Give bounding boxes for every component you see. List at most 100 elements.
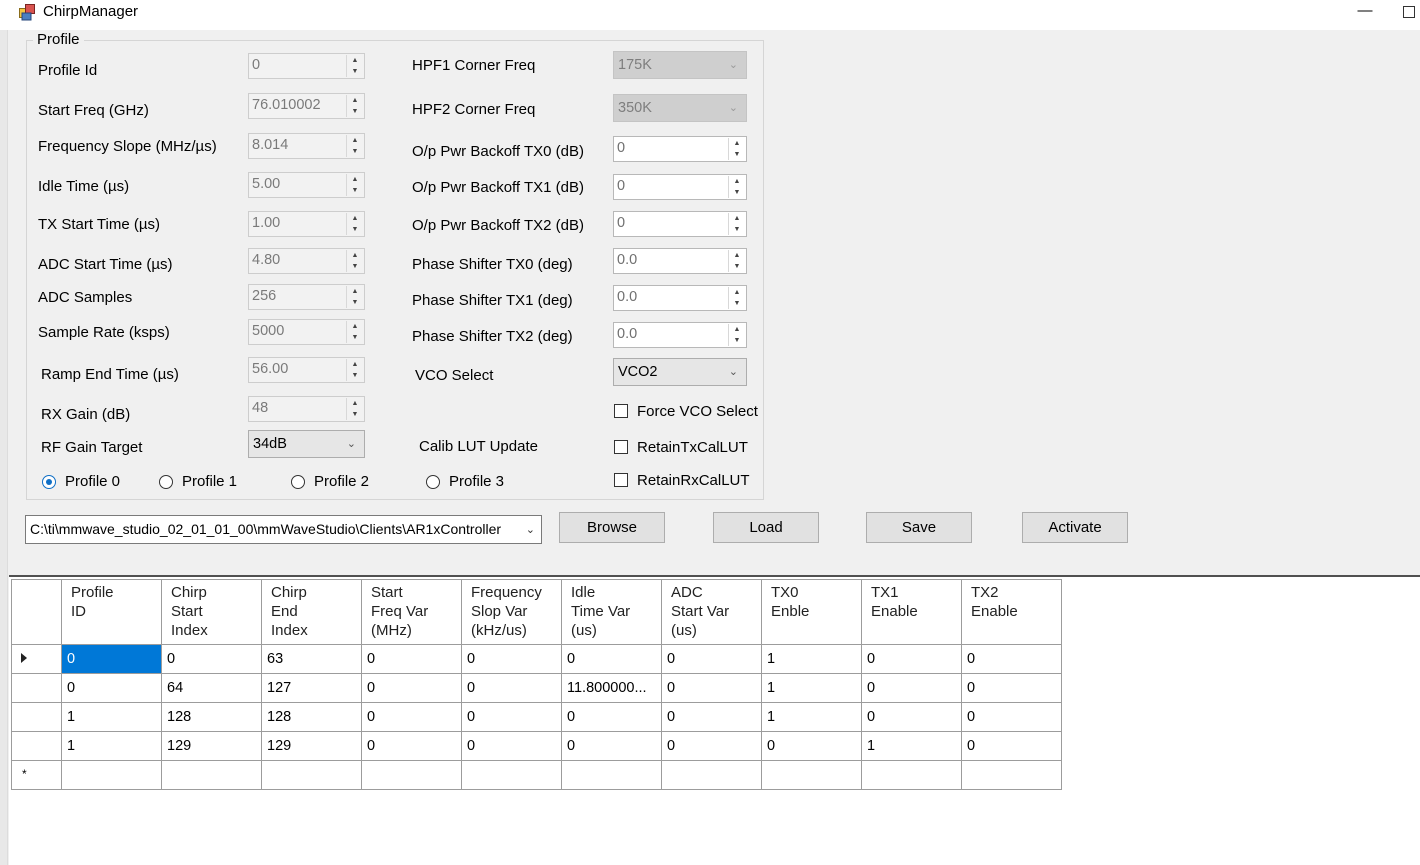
- backoff-tx2-spinner[interactable]: 0 ▲ ▼: [613, 211, 747, 237]
- spin-up-icon[interactable]: ▲: [729, 287, 745, 298]
- table-cell[interactable]: 0: [61, 673, 162, 703]
- table-cell[interactable]: 0: [661, 644, 762, 674]
- table-cell[interactable]: 0: [561, 644, 662, 674]
- table-row[interactable]: 1 129 129 0 0 0 0 0 1 0: [11, 731, 1062, 761]
- row-header[interactable]: [11, 731, 62, 761]
- spin-up-icon[interactable]: ▲: [347, 398, 363, 409]
- tx-start-time-spinner[interactable]: 1.00 ▲ ▼: [248, 211, 365, 237]
- spin-down-icon[interactable]: ▼: [729, 187, 745, 198]
- table-cell[interactable]: [161, 760, 262, 790]
- table-cell[interactable]: 0: [461, 702, 562, 732]
- column-header[interactable]: Chirp Start Index: [161, 579, 262, 645]
- vco-select-dropdown[interactable]: VCO2 ⌄: [613, 358, 747, 386]
- profile-id-spinner[interactable]: 0 ▲ ▼: [248, 53, 365, 79]
- column-header[interactable]: Idle Time Var (us): [561, 579, 662, 645]
- spin-down-icon[interactable]: ▼: [347, 106, 363, 117]
- frequency-slope-spinner[interactable]: 8.014 ▲ ▼: [248, 133, 365, 159]
- table-cell[interactable]: 0: [961, 731, 1062, 761]
- table-cell[interactable]: 129: [261, 731, 362, 761]
- profile-1-radio[interactable]: [159, 475, 173, 489]
- spin-down-icon[interactable]: ▼: [729, 224, 745, 235]
- table-cell[interactable]: 0: [661, 673, 762, 703]
- table-cell[interactable]: 128: [161, 702, 262, 732]
- column-header[interactable]: TX1 Enable: [861, 579, 962, 645]
- backoff-tx1-spinner[interactable]: 0 ▲ ▼: [613, 174, 747, 200]
- phase-shifter-tx1-spinner[interactable]: 0.0 ▲ ▼: [613, 285, 747, 311]
- rx-gain-spinner[interactable]: 48 ▲ ▼: [248, 396, 365, 422]
- table-cell[interactable]: 0: [861, 644, 962, 674]
- retain-tx-cal-lut-checkbox[interactable]: [614, 440, 628, 454]
- ramp-end-time-spinner[interactable]: 56.00 ▲ ▼: [248, 357, 365, 383]
- table-cell[interactable]: 0: [361, 673, 462, 703]
- profile-1-radio-label[interactable]: Profile 1: [182, 473, 237, 490]
- config-path-dropdown[interactable]: C:\ti\mmwave_studio_02_01_01_00\mmWaveSt…: [25, 515, 542, 544]
- retain-tx-cal-lut-label[interactable]: RetainTxCalLUT: [637, 439, 748, 456]
- table-cell[interactable]: 11.800000...: [561, 673, 662, 703]
- table-cell[interactable]: 0: [861, 702, 962, 732]
- minimize-button[interactable]: —: [1351, 0, 1379, 26]
- profile-2-radio-label[interactable]: Profile 2: [314, 473, 369, 490]
- spin-down-icon[interactable]: ▼: [729, 335, 745, 346]
- table-cell[interactable]: [861, 760, 962, 790]
- spin-up-icon[interactable]: ▲: [729, 176, 745, 187]
- table-row[interactable]: 0 0 63 0 0 0 0 1 0 0: [11, 644, 1062, 674]
- table-cell[interactable]: [61, 760, 162, 790]
- table-cell[interactable]: [361, 760, 462, 790]
- table-cell[interactable]: 0: [361, 702, 462, 732]
- table-cell[interactable]: 1: [761, 644, 862, 674]
- load-button[interactable]: Load: [713, 512, 819, 543]
- column-header[interactable]: TX0 Enble: [761, 579, 862, 645]
- hpf1-corner-freq-dropdown[interactable]: 175K ⌄: [613, 51, 747, 79]
- spin-down-icon[interactable]: ▼: [347, 66, 363, 77]
- idle-time-spinner[interactable]: 5.00 ▲ ▼: [248, 172, 365, 198]
- table-cell[interactable]: 1: [61, 702, 162, 732]
- table-cell[interactable]: 0: [161, 644, 262, 674]
- column-header[interactable]: Start Freq Var (MHz): [361, 579, 462, 645]
- profile-2-radio[interactable]: [291, 475, 305, 489]
- table-cell[interactable]: 127: [261, 673, 362, 703]
- force-vco-select-label[interactable]: Force VCO Select: [637, 403, 758, 420]
- browse-button[interactable]: Browse: [559, 512, 665, 543]
- column-header[interactable]: ADC Start Var (us): [661, 579, 762, 645]
- table-cell[interactable]: 0: [961, 702, 1062, 732]
- spin-down-icon[interactable]: ▼: [347, 332, 363, 343]
- spin-up-icon[interactable]: ▲: [347, 359, 363, 370]
- retain-rx-cal-lut-label[interactable]: RetainRxCalLUT: [637, 472, 750, 489]
- table-cell[interactable]: 0: [861, 673, 962, 703]
- table-cell[interactable]: 1: [61, 731, 162, 761]
- column-header[interactable]: TX2 Enable: [961, 579, 1062, 645]
- adc-start-time-spinner[interactable]: 4.80 ▲ ▼: [248, 248, 365, 274]
- table-cell[interactable]: 0: [61, 644, 162, 674]
- spin-down-icon[interactable]: ▼: [347, 261, 363, 272]
- row-header[interactable]: [11, 702, 62, 732]
- table-cell[interactable]: 0: [961, 673, 1062, 703]
- table-cell[interactable]: 129: [161, 731, 262, 761]
- spin-down-icon[interactable]: ▼: [347, 146, 363, 157]
- hpf2-corner-freq-dropdown[interactable]: 350K ⌄: [613, 94, 747, 122]
- start-freq-spinner[interactable]: 76.010002 ▲ ▼: [248, 93, 365, 119]
- row-header[interactable]: *: [11, 760, 62, 790]
- spin-up-icon[interactable]: ▲: [347, 250, 363, 261]
- table-cell[interactable]: 0: [961, 644, 1062, 674]
- table-cell[interactable]: 1: [761, 673, 862, 703]
- phase-shifter-tx2-spinner[interactable]: 0.0 ▲ ▼: [613, 322, 747, 348]
- spin-down-icon[interactable]: ▼: [729, 298, 745, 309]
- table-cell[interactable]: [961, 760, 1062, 790]
- spin-down-icon[interactable]: ▼: [729, 149, 745, 160]
- spin-up-icon[interactable]: ▲: [729, 250, 745, 261]
- table-cell[interactable]: 0: [661, 702, 762, 732]
- table-cell[interactable]: 0: [461, 673, 562, 703]
- table-cell[interactable]: [461, 760, 562, 790]
- spin-up-icon[interactable]: ▲: [347, 95, 363, 106]
- table-row[interactable]: 1 128 128 0 0 0 0 1 0 0: [11, 702, 1062, 732]
- table-cell[interactable]: 64: [161, 673, 262, 703]
- retain-rx-cal-lut-checkbox[interactable]: [614, 473, 628, 487]
- table-cell[interactable]: [261, 760, 362, 790]
- spin-up-icon[interactable]: ▲: [347, 213, 363, 224]
- spin-up-icon[interactable]: ▲: [729, 138, 745, 149]
- profile-3-radio[interactable]: [426, 475, 440, 489]
- profile-0-radio[interactable]: [42, 475, 56, 489]
- spin-up-icon[interactable]: ▲: [347, 321, 363, 332]
- table-cell[interactable]: 0: [561, 702, 662, 732]
- table-cell[interactable]: [661, 760, 762, 790]
